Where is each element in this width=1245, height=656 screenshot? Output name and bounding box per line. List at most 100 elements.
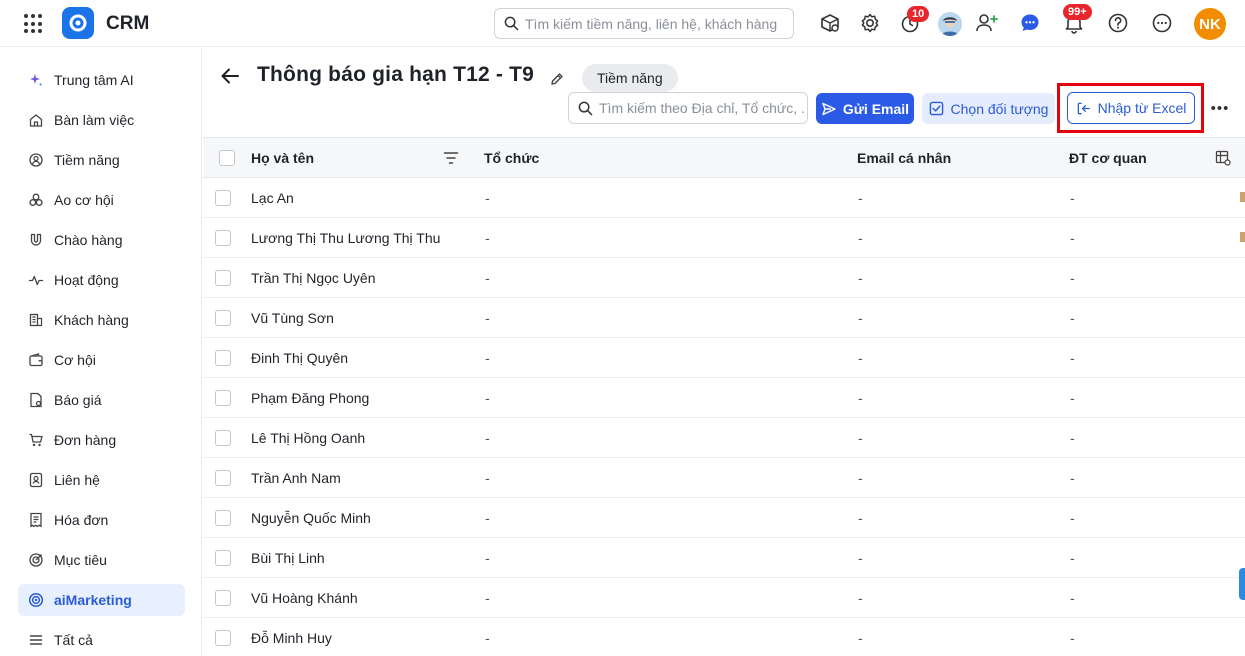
row-checkbox[interactable] <box>215 590 231 606</box>
side-panel-handle[interactable] <box>1239 568 1245 600</box>
cell-organization: - <box>485 230 490 246</box>
send-email-label: Gửi Email <box>842 100 910 117</box>
column-header-personal-email[interactable]: Email cá nhân <box>857 150 951 166</box>
table-row[interactable]: Trần Anh Nam - - - <box>203 458 1245 498</box>
cell-name[interactable]: Nguyễn Quốc Minh <box>251 510 371 526</box>
timer-badge: 10 <box>907 6 930 22</box>
table-row[interactable]: Lạc An - - - <box>203 178 1245 218</box>
sidebar-item-label: Trung tâm AI <box>54 72 134 88</box>
crm-logo-icon[interactable] <box>62 7 94 39</box>
cell-personal-email: - <box>858 510 863 526</box>
chat-icon[interactable] <box>1018 11 1042 35</box>
column-header-name[interactable]: Họ và tên <box>251 150 314 166</box>
table-row[interactable]: Đinh Thị Quyên - - - <box>203 338 1245 378</box>
table-row[interactable]: Nguyễn Quốc Minh - - - <box>203 498 1245 538</box>
table-row[interactable]: Vũ Tùng Sơn - - - <box>203 298 1245 338</box>
sidebar-item-goals[interactable]: Mục tiêu <box>18 544 185 576</box>
help-icon[interactable] <box>1106 11 1130 35</box>
table-row[interactable]: Đỗ Minh Huy - - - <box>203 618 1245 656</box>
contact-icon <box>29 472 43 488</box>
row-checkbox[interactable] <box>215 390 231 406</box>
more-circle-icon[interactable] <box>1150 11 1174 35</box>
sidebar-item-opportunities[interactable]: Cơ hội <box>18 344 185 376</box>
sidebar-item-opportunity-pool[interactable]: Ao cơ hội <box>18 184 185 216</box>
sidebar-item-contacts[interactable]: Liên hệ <box>18 464 185 496</box>
row-checkbox[interactable] <box>215 550 231 566</box>
sidebar-item-label: Mục tiêu <box>54 552 107 568</box>
column-header-organization[interactable]: Tổ chức <box>484 150 539 166</box>
cell-name[interactable]: Vũ Hoàng Khánh <box>251 590 358 606</box>
search-icon <box>578 101 593 116</box>
row-checkbox[interactable] <box>215 230 231 246</box>
sidebar-item-quotes[interactable]: Báo giá <box>18 384 185 416</box>
choose-audience-button[interactable]: Chọn đối tượng <box>922 93 1055 124</box>
row-checkbox[interactable] <box>215 350 231 366</box>
cell-personal-email: - <box>858 190 863 206</box>
cell-name[interactable]: Lạc An <box>251 190 294 206</box>
table-settings-icon[interactable] <box>1215 150 1231 166</box>
apps-grid-icon[interactable] <box>24 14 44 34</box>
sidebar-item-offers[interactable]: Chào hàng <box>18 224 185 256</box>
choose-audience-label: Chọn đối tượng <box>950 100 1049 117</box>
cell-organization: - <box>485 190 490 206</box>
cell-name[interactable]: Vũ Tùng Sơn <box>251 310 334 326</box>
sidebar-item-activities[interactable]: Hoạt động <box>18 264 185 296</box>
sidebar-item-desk[interactable]: Bàn làm việc <box>18 104 185 136</box>
cell-name[interactable]: Phạm Đăng Phong <box>251 390 369 406</box>
sidebar-item-label: Hoạt động <box>54 272 119 288</box>
user-avatar[interactable]: NK <box>1194 8 1226 40</box>
sidebar-item-customers[interactable]: Khách hàng <box>18 304 185 336</box>
row-checkbox[interactable] <box>215 430 231 446</box>
row-checkbox[interactable] <box>215 190 231 206</box>
cell-name[interactable]: Lương Thị Thu Lương Thị Thu <box>251 230 440 246</box>
send-email-button[interactable]: Gửi Email <box>816 93 914 124</box>
column-edge-marker <box>1240 232 1245 242</box>
cell-name[interactable]: Trần Anh Nam <box>251 470 341 486</box>
table-row[interactable]: Lê Thị Hồng Oanh - - - <box>203 418 1245 458</box>
table-row[interactable]: Bùi Thị Linh - - - <box>203 538 1245 578</box>
more-options-button[interactable]: ••• <box>1207 94 1233 122</box>
cell-organization: - <box>485 430 490 446</box>
table-row[interactable]: Trần Thị Ngọc Uyên - - - <box>203 258 1245 298</box>
cell-personal-email: - <box>858 390 863 406</box>
building-icon <box>29 313 43 327</box>
sidebar-item-all[interactable]: Tất cả <box>18 624 185 656</box>
select-all-checkbox[interactable] <box>219 150 235 166</box>
sidebar-item-leads[interactable]: Tiềm năng <box>18 144 185 176</box>
sidebar-item-aimarketing[interactable]: aiMarketing <box>18 584 185 616</box>
add-user-icon[interactable] <box>975 11 999 35</box>
sidebar-item-orders[interactable]: Đơn hàng <box>18 424 185 456</box>
sidebar-item-invoices[interactable]: Hóa đơn <box>18 504 185 536</box>
row-checkbox[interactable] <box>215 270 231 286</box>
row-checkbox[interactable] <box>215 630 231 646</box>
cell-name[interactable]: Trần Thị Ngọc Uyên <box>251 270 376 286</box>
menu-icon <box>29 635 43 645</box>
import-excel-button[interactable]: Nhập từ Excel <box>1067 92 1195 124</box>
filter-icon[interactable] <box>443 151 459 165</box>
row-checkbox[interactable] <box>215 310 231 326</box>
cell-organization: - <box>485 510 490 526</box>
row-checkbox[interactable] <box>215 470 231 486</box>
sidebar-item-ai-center[interactable]: Trung tâm AI <box>18 64 185 96</box>
cell-office-phone: - <box>1070 190 1075 206</box>
table-row[interactable]: Vũ Hoàng Khánh - - - <box>203 578 1245 618</box>
cell-organization: - <box>485 470 490 486</box>
box-search-icon[interactable] <box>818 11 842 35</box>
sidebar-item-label: Ao cơ hội <box>54 192 114 208</box>
table-row[interactable]: Phạm Đăng Phong - - - <box>203 378 1245 418</box>
row-checkbox[interactable] <box>215 510 231 526</box>
sidebar-item-label: Bàn làm việc <box>54 112 135 128</box>
global-search-input[interactable] <box>525 9 785 38</box>
column-header-office-phone[interactable]: ĐT cơ quan <box>1069 150 1147 166</box>
team-avatar[interactable] <box>938 12 962 36</box>
sidebar-item-label: Chào hàng <box>54 232 123 248</box>
gear-icon[interactable] <box>858 11 882 35</box>
cell-name[interactable]: Đỗ Minh Huy <box>251 630 332 646</box>
cell-name[interactable]: Bùi Thị Linh <box>251 550 325 566</box>
table-row[interactable]: Lương Thị Thu Lương Thị Thu - - - <box>203 218 1245 258</box>
list-search-input[interactable] <box>599 93 804 123</box>
back-arrow-icon[interactable] <box>219 65 241 87</box>
cell-name[interactable]: Đinh Thị Quyên <box>251 350 348 366</box>
cell-name[interactable]: Lê Thị Hồng Oanh <box>251 430 365 446</box>
pencil-icon[interactable] <box>549 71 565 87</box>
